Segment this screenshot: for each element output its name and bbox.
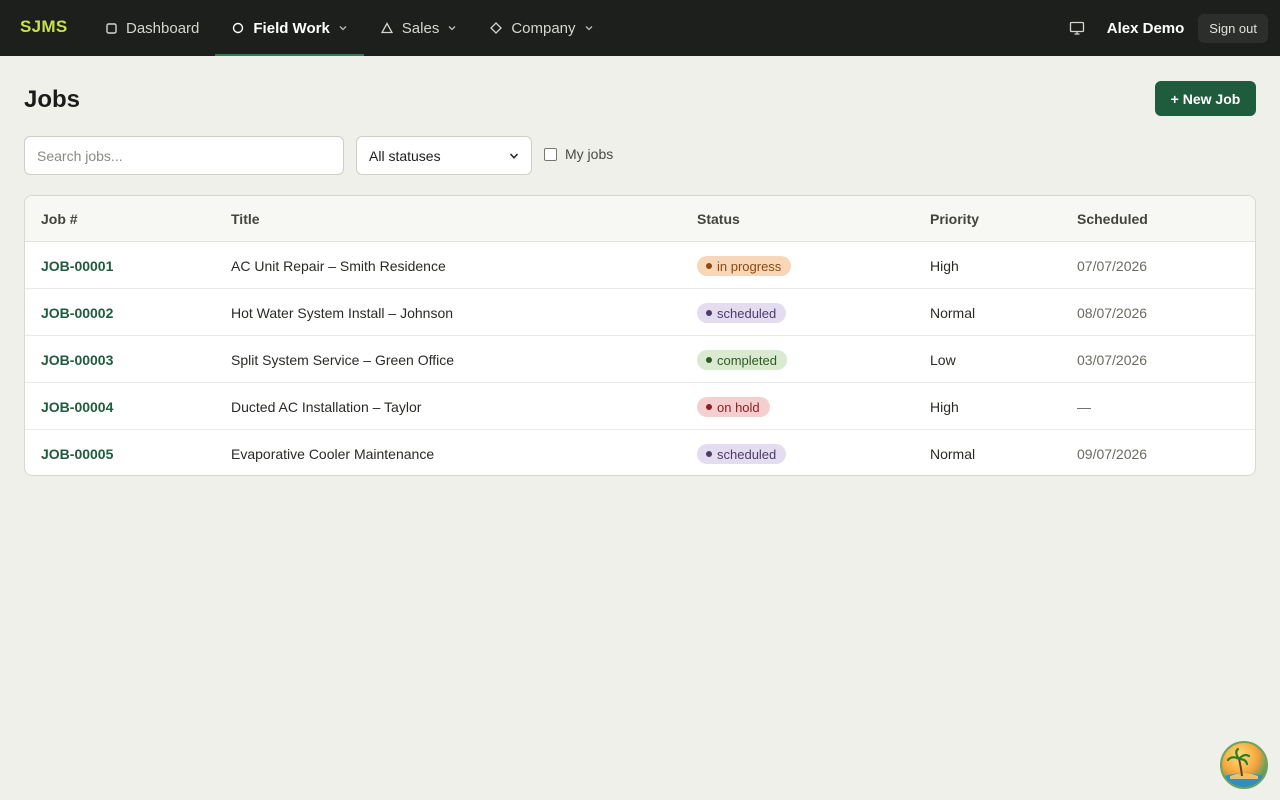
table-row[interactable]: JOB-00002 Hot Water System Install – Joh… — [25, 289, 1255, 336]
status-filter-select[interactable]: All statuses — [356, 136, 532, 175]
scheduled-date: 03/07/2026 — [1077, 352, 1148, 368]
top-navbar: SJMS Dashboard Field Work Sales Company … — [0, 0, 1280, 56]
scheduled-date: 07/07/2026 — [1077, 258, 1148, 274]
new-job-button[interactable]: + New Job — [1155, 81, 1256, 116]
nav-item-label: Dashboard — [126, 19, 200, 37]
job-number-link[interactable]: JOB-00004 — [41, 399, 113, 415]
triangle-icon — [380, 21, 394, 35]
search-input[interactable] — [24, 136, 344, 175]
table-header: Job # Title Status Priority Scheduled — [25, 196, 1255, 242]
status-filter-value: All statuses — [369, 147, 441, 164]
status-badge: completed — [697, 350, 787, 370]
user-name: Alex Demo — [1106, 19, 1185, 37]
table-row[interactable]: JOB-00001 AC Unit Repair – Smith Residen… — [25, 242, 1255, 289]
table-row[interactable]: JOB-00005 Evaporative Cooler Maintenance… — [25, 430, 1255, 475]
main-nav: Dashboard Field Work Sales Company — [88, 0, 610, 56]
table-row[interactable]: JOB-00003 Split System Service – Green O… — [25, 336, 1255, 383]
my-jobs-toggle[interactable]: My jobs — [544, 146, 613, 162]
priority-value: Normal — [930, 446, 976, 462]
status-badge: on hold — [697, 397, 770, 417]
chevron-down-icon — [338, 23, 348, 33]
chevron-down-icon — [509, 148, 519, 164]
priority-value: Normal — [930, 305, 976, 321]
assistant-avatar-button[interactable] — [1220, 741, 1268, 789]
page-title: Jobs — [24, 86, 81, 113]
nav-item-label: Company — [511, 19, 576, 37]
nav-item-dashboard[interactable]: Dashboard — [88, 0, 215, 56]
circle-icon — [231, 21, 245, 35]
table-row[interactable]: JOB-00004 Ducted AC Installation – Taylo… — [25, 383, 1255, 430]
user-area: Alex Demo Sign out — [1069, 0, 1268, 56]
scheduled-date: 09/07/2026 — [1077, 446, 1148, 462]
diamond-icon — [489, 21, 503, 35]
nav-item-label: Field Work — [253, 19, 330, 37]
palm-tree-icon — [1222, 747, 1266, 787]
priority-value: High — [930, 399, 959, 415]
my-jobs-checkbox[interactable] — [544, 147, 557, 161]
status-badge: in progress — [697, 256, 792, 276]
status-badge: scheduled — [697, 444, 787, 464]
chevron-down-icon — [447, 23, 457, 33]
scheduled-date: 08/07/2026 — [1077, 305, 1148, 321]
job-number-link[interactable]: JOB-00001 — [41, 258, 113, 274]
sign-out-button[interactable]: Sign out — [1198, 13, 1268, 43]
status-badge: scheduled — [697, 303, 787, 323]
job-title: AC Unit Repair – Smith Residence — [231, 258, 446, 274]
nav-item-label: Sales — [401, 19, 440, 37]
chevron-down-icon — [584, 23, 594, 33]
nav-item-company[interactable]: Company — [473, 0, 609, 56]
scheduled-date: — — [1077, 399, 1091, 415]
my-jobs-label: My jobs — [565, 146, 614, 162]
column-header-job[interactable]: Job # — [41, 211, 78, 227]
monitor-icon[interactable] — [1069, 20, 1085, 36]
column-header-priority[interactable]: Priority — [930, 211, 979, 227]
nav-item-sales[interactable]: Sales — [364, 0, 474, 56]
job-title: Split System Service – Green Office — [231, 352, 455, 368]
column-header-scheduled[interactable]: Scheduled — [1077, 211, 1148, 227]
job-title: Hot Water System Install – Johnson — [231, 305, 454, 321]
job-title: Ducted AC Installation – Taylor — [231, 399, 422, 415]
brand-logo[interactable]: SJMS — [20, 17, 68, 37]
job-number-link[interactable]: JOB-00005 — [41, 446, 113, 462]
priority-value: Low — [930, 352, 956, 368]
job-title: Evaporative Cooler Maintenance — [231, 446, 435, 462]
job-number-link[interactable]: JOB-00002 — [41, 305, 113, 321]
jobs-table: Job # Title Status Priority Scheduled JO… — [24, 195, 1256, 476]
job-number-link[interactable]: JOB-00003 — [41, 352, 113, 368]
nav-item-field-work[interactable]: Field Work — [215, 0, 365, 56]
priority-value: High — [930, 258, 959, 274]
square-icon — [104, 21, 118, 35]
column-header-title[interactable]: Title — [231, 211, 260, 227]
column-header-status[interactable]: Status — [697, 211, 740, 227]
